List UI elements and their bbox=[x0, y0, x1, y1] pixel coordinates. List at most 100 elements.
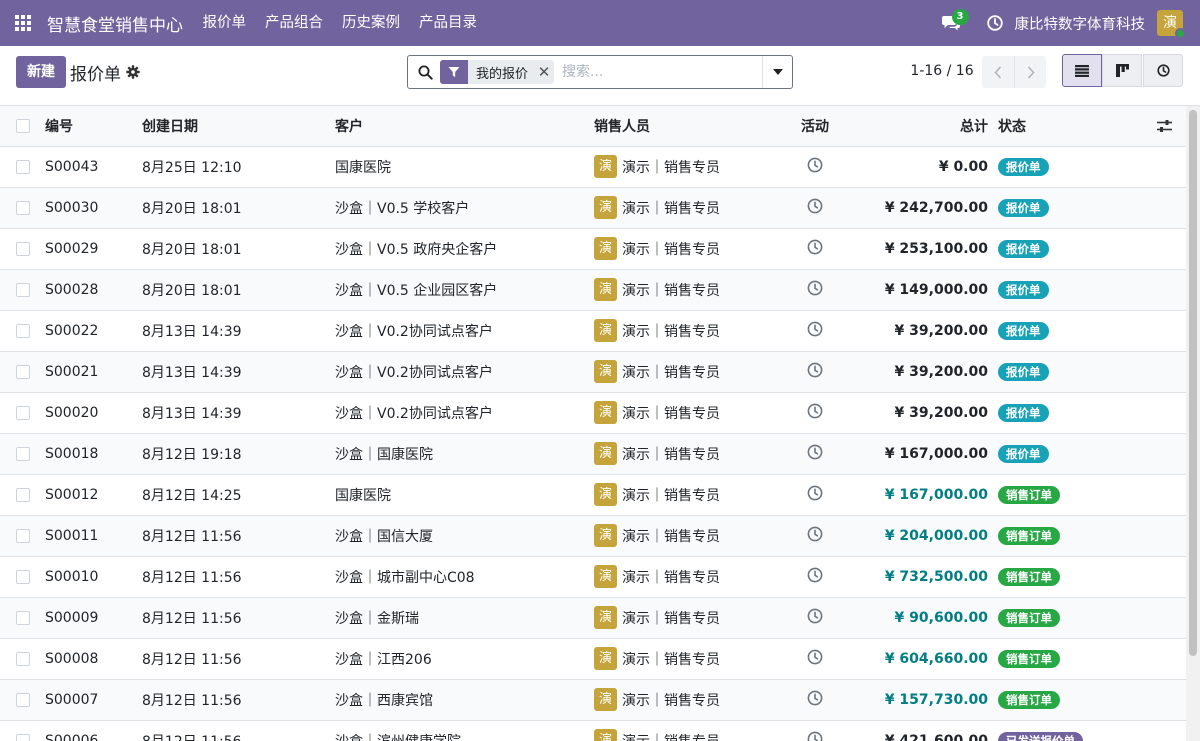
cell-state[interactable]: 报价单 bbox=[998, 269, 1128, 311]
remove-facet-icon[interactable]: ✕ bbox=[534, 60, 554, 84]
cell-customer[interactable]: 沙盒｜西康宾馆 bbox=[335, 679, 594, 721]
cell-date[interactable]: 8月12日 11:56 bbox=[142, 556, 335, 598]
cell-salesperson[interactable]: 演演示｜销售专员 bbox=[594, 515, 790, 557]
column-header-date[interactable]: 创建日期 bbox=[142, 106, 335, 147]
search-input[interactable] bbox=[562, 64, 753, 80]
cell-salesperson[interactable]: 演演示｜销售专员 bbox=[594, 474, 790, 516]
cell-date[interactable]: 8月12日 11:56 bbox=[142, 597, 335, 639]
cell-state[interactable]: 报价单 bbox=[998, 433, 1128, 475]
cell-total[interactable]: ¥ 157,730.00 bbox=[840, 679, 998, 721]
cell-date[interactable]: 8月12日 19:18 bbox=[142, 433, 335, 475]
salesperson-avatar[interactable]: 演 bbox=[594, 524, 617, 547]
cell-number[interactable]: S00009 bbox=[45, 597, 142, 639]
cell-salesperson[interactable]: 演演示｜销售专员 bbox=[594, 228, 790, 270]
cell-number[interactable]: S00043 bbox=[45, 146, 142, 188]
cell-number[interactable]: S00018 bbox=[45, 433, 142, 475]
apps-grid-icon[interactable] bbox=[0, 0, 46, 46]
cell-salesperson[interactable]: 演演示｜销售专员 bbox=[594, 187, 790, 229]
cell-number[interactable]: S00010 bbox=[45, 556, 142, 598]
vertical-scrollbar[interactable] bbox=[1186, 106, 1200, 741]
row-checkbox[interactable] bbox=[16, 692, 30, 707]
cell-total[interactable]: ¥ 167,000.00 bbox=[840, 474, 998, 516]
cell-number[interactable]: S00028 bbox=[45, 269, 142, 311]
messaging-button[interactable]: 3 bbox=[931, 0, 971, 46]
salesperson-avatar[interactable]: 演 bbox=[594, 647, 617, 670]
cell-salesperson[interactable]: 演演示｜销售专员 bbox=[594, 679, 790, 721]
table-row[interactable]: S00022 8月13日 14:39 沙盒｜V0.2协同试点客户演演示｜销售专员 ¥ … bbox=[0, 310, 1186, 352]
cell-number[interactable]: S00007 bbox=[45, 679, 142, 721]
column-header-state[interactable]: 状态 bbox=[998, 106, 1128, 147]
list-view-button[interactable] bbox=[1062, 54, 1102, 87]
cell-salesperson[interactable]: 演演示｜销售专员 bbox=[594, 597, 790, 639]
column-header-activity[interactable]: 活动 bbox=[790, 106, 840, 147]
table-row[interactable]: S00043 8月25日 12:10 国康医院演演示｜销售专员 ¥ 0.00 报价单 bbox=[0, 146, 1186, 188]
cell-state[interactable]: 报价单 bbox=[998, 187, 1128, 229]
row-checkbox[interactable] bbox=[16, 487, 30, 502]
salesperson-avatar[interactable]: 演 bbox=[594, 565, 617, 588]
cell-salesperson[interactable]: 演演示｜销售专员 bbox=[594, 310, 790, 352]
menu-item-history-cases[interactable]: 历史案例 bbox=[333, 0, 410, 46]
cell-number[interactable]: S00012 bbox=[45, 474, 142, 516]
clock-icon[interactable] bbox=[807, 731, 823, 741]
cell-date[interactable]: 8月12日 11:56 bbox=[142, 720, 335, 741]
table-row[interactable]: S00009 8月12日 11:56 沙盒｜金斯瑞演演示｜销售专员 ¥ 90,600.… bbox=[0, 597, 1186, 639]
table-row[interactable]: S00018 8月12日 19:18 沙盒｜国康医院演演示｜销售专员 ¥ 167,00… bbox=[0, 433, 1186, 475]
clock-icon[interactable] bbox=[807, 362, 823, 382]
cell-total[interactable]: ¥ 39,200.00 bbox=[840, 351, 998, 393]
clock-icon[interactable] bbox=[807, 649, 823, 669]
salesperson-avatar[interactable]: 演 bbox=[594, 483, 617, 506]
cell-salesperson[interactable]: 演演示｜销售专员 bbox=[594, 392, 790, 434]
activity-button[interactable] bbox=[977, 0, 1013, 46]
cell-state[interactable]: 报价单 bbox=[998, 310, 1128, 352]
cell-date[interactable]: 8月25日 12:10 bbox=[142, 146, 335, 188]
optional-columns-toggle[interactable] bbox=[1128, 106, 1186, 147]
cell-state[interactable]: 报价单 bbox=[998, 146, 1128, 188]
cell-customer[interactable]: 沙盒｜V0.2协同试点客户 bbox=[335, 392, 594, 434]
cell-total[interactable]: ¥ 253,100.00 bbox=[840, 228, 998, 270]
cell-date[interactable]: 8月13日 14:39 bbox=[142, 310, 335, 352]
pager-value[interactable]: 1-16 / 16 bbox=[906, 63, 978, 79]
cell-total[interactable]: ¥ 0.00 bbox=[840, 146, 998, 188]
cell-state[interactable]: 销售订单 bbox=[998, 474, 1128, 516]
row-checkbox[interactable] bbox=[16, 651, 30, 666]
cell-state[interactable]: 报价单 bbox=[998, 228, 1128, 270]
cell-customer[interactable]: 国康医院 bbox=[335, 146, 594, 188]
cell-total[interactable]: ¥ 90,600.00 bbox=[840, 597, 998, 639]
cell-date[interactable]: 8月12日 11:56 bbox=[142, 679, 335, 721]
column-header-number[interactable]: 编号 bbox=[45, 106, 142, 147]
cell-total[interactable]: ¥ 421,600.00 bbox=[840, 720, 998, 741]
cell-date[interactable]: 8月12日 11:56 bbox=[142, 638, 335, 680]
cell-customer[interactable]: 国康医院 bbox=[335, 474, 594, 516]
cell-salesperson[interactable]: 演演示｜销售专员 bbox=[594, 146, 790, 188]
cell-total[interactable]: ¥ 604,660.00 bbox=[840, 638, 998, 680]
table-row[interactable]: S00010 8月12日 11:56 沙盒｜城市副中心C08 演演示｜销售专员 ¥ 73… bbox=[0, 556, 1186, 598]
clock-icon[interactable] bbox=[807, 157, 823, 177]
cell-salesperson[interactable]: 演演示｜销售专员 bbox=[594, 556, 790, 598]
cell-number[interactable]: S00006 bbox=[45, 720, 142, 741]
cell-state[interactable]: 销售订单 bbox=[998, 638, 1128, 680]
cell-date[interactable]: 8月13日 14:39 bbox=[142, 392, 335, 434]
cell-total[interactable]: ¥ 242,700.00 bbox=[840, 187, 998, 229]
salesperson-avatar[interactable]: 演 bbox=[594, 319, 617, 342]
gear-icon[interactable] bbox=[126, 65, 140, 79]
cell-state[interactable]: 销售订单 bbox=[998, 679, 1128, 721]
menu-item-product-catalog[interactable]: 产品目录 bbox=[410, 0, 487, 46]
cell-customer[interactable]: 沙盒｜V0.2协同试点客户 bbox=[335, 310, 594, 352]
activity-view-button[interactable] bbox=[1143, 54, 1183, 87]
search-options-toggle[interactable] bbox=[762, 56, 792, 88]
row-checkbox[interactable] bbox=[16, 528, 30, 543]
row-checkbox[interactable] bbox=[16, 364, 30, 379]
cell-customer[interactable]: 沙盒｜国信大厦 bbox=[335, 515, 594, 557]
row-checkbox[interactable] bbox=[16, 159, 30, 174]
cell-total[interactable]: ¥ 204,000.00 bbox=[840, 515, 998, 557]
table-row[interactable]: S00021 8月13日 14:39 沙盒｜V0.2协同试点客户演演示｜销售专员 ¥ … bbox=[0, 351, 1186, 393]
row-checkbox[interactable] bbox=[16, 241, 30, 256]
cell-customer[interactable]: 沙盒｜金斯瑞 bbox=[335, 597, 594, 639]
cell-customer[interactable]: 沙盒｜V0.5 企业园区客户 bbox=[335, 269, 594, 311]
column-header-total[interactable]: 总计 bbox=[840, 106, 998, 147]
cell-salesperson[interactable]: 演演示｜销售专员 bbox=[594, 720, 790, 741]
cell-salesperson[interactable]: 演演示｜销售专员 bbox=[594, 638, 790, 680]
cell-number[interactable]: S00011 bbox=[45, 515, 142, 557]
salesperson-avatar[interactable]: 演 bbox=[594, 401, 617, 424]
table-row[interactable]: S00030 8月20日 18:01 沙盒｜V0.5 学校客户演演示｜销售专员 ¥ 2… bbox=[0, 187, 1186, 229]
